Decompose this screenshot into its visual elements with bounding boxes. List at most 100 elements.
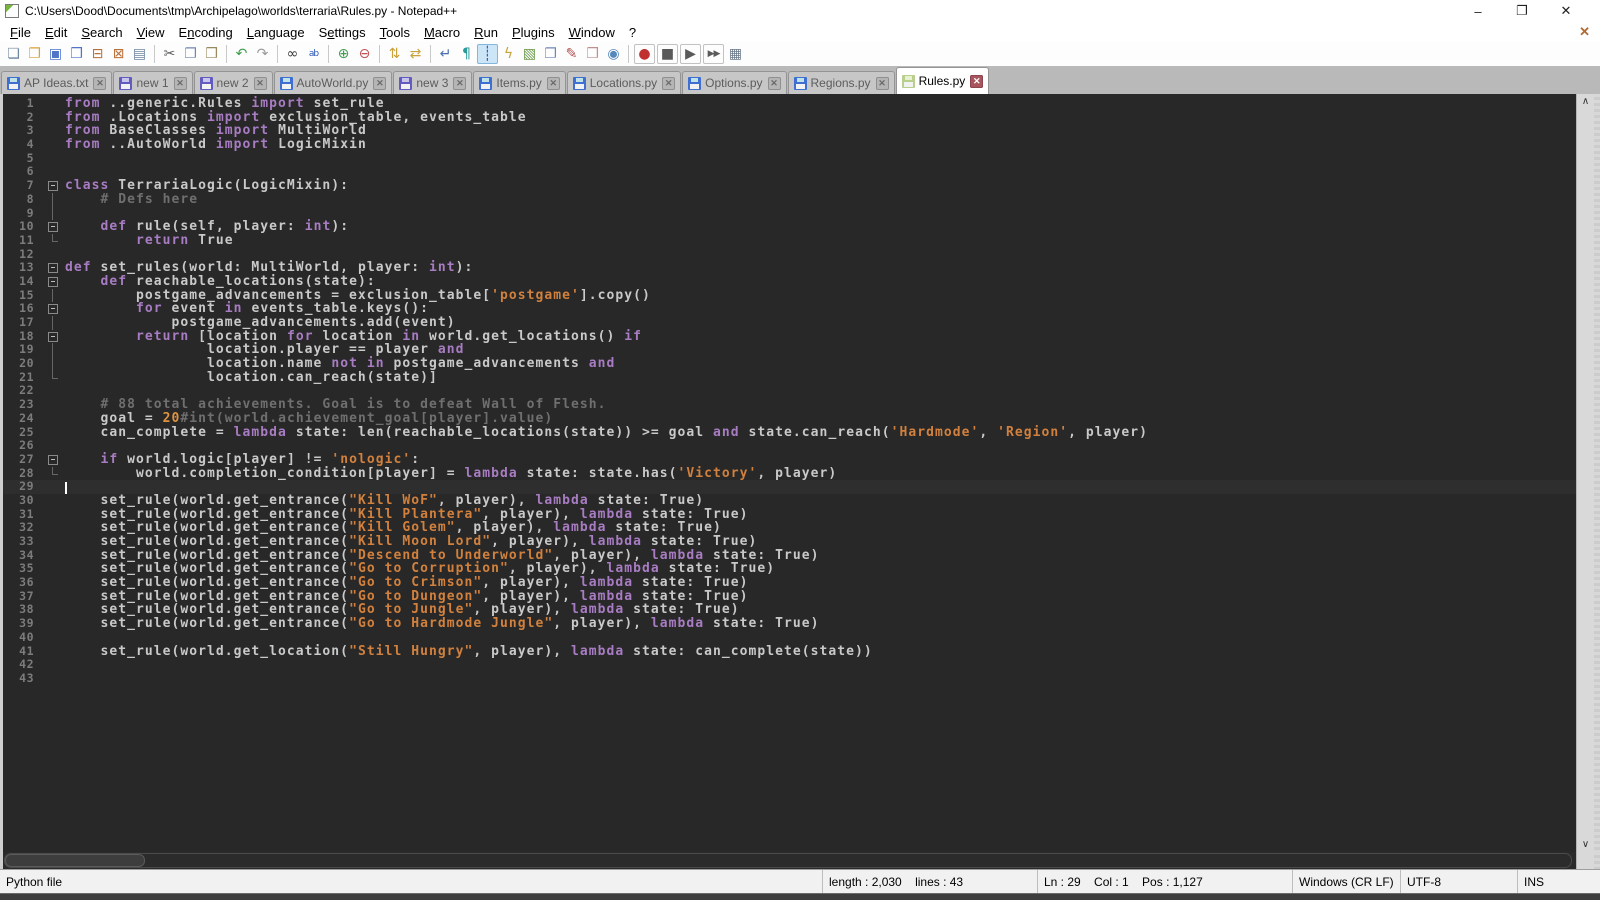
save-macro-icon[interactable]: ▦	[725, 44, 746, 64]
restore-button[interactable]: ❐	[1500, 3, 1544, 19]
tab-close-icon[interactable]: ✕	[970, 75, 983, 88]
open-file-icon[interactable]: ❐	[24, 44, 45, 64]
code-line[interactable]: 21 location.can_reach(state)]	[3, 371, 1576, 385]
scroll-up-icon[interactable]: ∧	[1582, 94, 1589, 109]
code-line[interactable]: 22	[3, 384, 1576, 398]
code-line[interactable]: 41 set_rule(world.get_location("Still Hu…	[3, 645, 1576, 659]
code-line[interactable]: 24 goal = 20#int(world.achievement_goal[…	[3, 412, 1576, 426]
tab-close-icon[interactable]: ✕	[453, 77, 466, 90]
horizontal-scrollbar[interactable]	[0, 852, 1600, 869]
menu-search[interactable]: Search	[74, 24, 129, 41]
code-line[interactable]: 2from .Locations import exclusion_table,…	[3, 111, 1576, 125]
code-line[interactable]: 37 set_rule(world.get_entrance("Go to Du…	[3, 590, 1576, 604]
fold-marker-icon[interactable]	[45, 220, 61, 234]
redo-icon[interactable]: ↷	[252, 44, 273, 64]
code-line[interactable]: 38 set_rule(world.get_entrance("Go to Ju…	[3, 603, 1576, 617]
code-line[interactable]: 13def set_rules(world: MultiWorld, playe…	[3, 261, 1576, 275]
tab-items-py[interactable]: Items.py✕	[473, 71, 565, 94]
tab-close-icon[interactable]: ✕	[373, 77, 386, 90]
cut-icon[interactable]: ✂	[159, 44, 180, 64]
tab-close-icon[interactable]: ✕	[768, 77, 781, 90]
horizontal-scroll-thumb[interactable]	[5, 854, 145, 867]
tab-autoworld-py[interactable]: AutoWorld.py✕	[274, 71, 393, 94]
tab-rules-py[interactable]: Rules.py✕	[896, 67, 990, 94]
stop-macro-icon[interactable]: ■	[657, 44, 678, 64]
code-line[interactable]: 9	[3, 207, 1576, 221]
print-icon[interactable]: ▤	[129, 44, 150, 64]
code-line[interactable]: 40	[3, 631, 1576, 645]
tab-new-2[interactable]: new 2✕	[194, 71, 273, 94]
new-file-icon[interactable]: ❏	[3, 44, 24, 64]
tab-new-3[interactable]: new 3✕	[393, 71, 472, 94]
menu-macro[interactable]: Macro	[417, 24, 467, 41]
editor[interactable]: 1from ..generic.Rules import set_rule2fr…	[0, 94, 1600, 852]
folder-as-workspace-icon[interactable]: ❒	[582, 44, 603, 64]
tab-close-icon[interactable]: ✕	[876, 77, 889, 90]
code-line[interactable]: 23 # 88 total achievements. Goal is to d…	[3, 398, 1576, 412]
code-line[interactable]: 10 def rule(self, player: int):	[3, 220, 1576, 234]
code-line[interactable]: 30 set_rule(world.get_entrance("Kill WoF…	[3, 494, 1576, 508]
menubar-close-icon[interactable]: ✕	[1579, 24, 1590, 40]
indent-guide-icon[interactable]: ┊	[477, 44, 498, 64]
tab-close-icon[interactable]: ✕	[254, 77, 267, 90]
tab-close-icon[interactable]: ✕	[662, 77, 675, 90]
minimize-button[interactable]: –	[1456, 4, 1500, 19]
menu-language[interactable]: Language	[240, 24, 312, 41]
tab-options-py[interactable]: Options.py✕	[682, 71, 786, 94]
document-list-icon[interactable]: ❐	[540, 44, 561, 64]
save-icon[interactable]: ▣	[45, 44, 66, 64]
tab-close-icon[interactable]: ✕	[93, 77, 106, 90]
menu-help[interactable]: ?	[622, 24, 643, 41]
file-monitoring-eye-icon[interactable]: ◉	[603, 44, 624, 64]
code-line[interactable]: 17 postgame_advancements.add(event)	[3, 316, 1576, 330]
code-line[interactable]: 42	[3, 658, 1576, 672]
menu-view[interactable]: View	[130, 24, 172, 41]
fold-marker-icon[interactable]	[45, 302, 61, 316]
menu-file[interactable]: File	[3, 24, 38, 41]
tab-close-icon[interactable]: ✕	[174, 77, 187, 90]
code-line[interactable]: 15 postgame_advancements = exclusion_tab…	[3, 289, 1576, 303]
code-line[interactable]: 1from ..generic.Rules import set_rule	[3, 97, 1576, 111]
vertical-scrollbar[interactable]: ∧ ∨	[1576, 94, 1594, 852]
code-line[interactable]: 12	[3, 248, 1576, 262]
show-all-characters-icon[interactable]: ¶	[456, 44, 477, 64]
tab-close-icon[interactable]: ✕	[547, 77, 560, 90]
zoom-in-icon[interactable]: ⊕	[333, 44, 354, 64]
fold-marker-icon[interactable]	[45, 330, 61, 344]
code-line[interactable]: 16 for event in events_table.keys():	[3, 302, 1576, 316]
close-icon[interactable]: ⊟	[87, 44, 108, 64]
fold-marker-icon[interactable]	[45, 179, 61, 193]
tab-ap-ideas-txt[interactable]: AP Ideas.txt✕	[1, 71, 112, 94]
sync-vertical-scroll-icon[interactable]: ⇅	[384, 44, 405, 64]
code-line[interactable]: 36 set_rule(world.get_entrance("Go to Cr…	[3, 576, 1576, 590]
code-line[interactable]: 7class TerrariaLogic(LogicMixin):	[3, 179, 1576, 193]
menu-settings[interactable]: Settings	[312, 24, 373, 41]
replace-icon[interactable]: ab	[303, 44, 324, 64]
code-line[interactable]: 27 if world.logic[player] != 'nologic':	[3, 453, 1576, 467]
close-all-icon[interactable]: ⊠	[108, 44, 129, 64]
code-line[interactable]: 4from ..AutoWorld import LogicMixin	[3, 138, 1576, 152]
copy-icon[interactable]: ❐	[180, 44, 201, 64]
zoom-out-icon[interactable]: ⊖	[354, 44, 375, 64]
tab-regions-py[interactable]: Regions.py✕	[788, 71, 895, 94]
code-line[interactable]: 29	[3, 480, 1576, 494]
save-all-icon[interactable]: ❒	[66, 44, 87, 64]
run-macro-multiple-icon[interactable]: ▶▶	[703, 44, 724, 64]
sync-horizontal-scroll-icon[interactable]: ⇄	[405, 44, 426, 64]
menu-run[interactable]: Run	[467, 24, 505, 41]
play-macro-icon[interactable]: ▶	[680, 44, 701, 64]
menu-encoding[interactable]: Encoding	[172, 24, 240, 41]
code-line[interactable]: 3from BaseClasses import MultiWorld	[3, 124, 1576, 138]
code-line[interactable]: 11 return True	[3, 234, 1576, 248]
menu-tools[interactable]: Tools	[373, 24, 417, 41]
record-macro-icon[interactable]: ●	[634, 44, 655, 64]
code-line[interactable]: 28 world.completion_condition[player] = …	[3, 467, 1576, 481]
tab-new-1[interactable]: new 1✕	[113, 71, 192, 94]
code-area[interactable]: 1from ..generic.Rules import set_rule2fr…	[3, 94, 1576, 852]
paste-icon[interactable]: ❒	[201, 44, 222, 64]
fold-marker-icon[interactable]	[45, 453, 61, 467]
code-line[interactable]: 19 location.player == player and	[3, 343, 1576, 357]
close-button[interactable]: ✕	[1544, 3, 1588, 19]
function-completion-icon[interactable]: ϟ	[498, 44, 519, 64]
fold-marker-icon[interactable]	[45, 275, 61, 289]
